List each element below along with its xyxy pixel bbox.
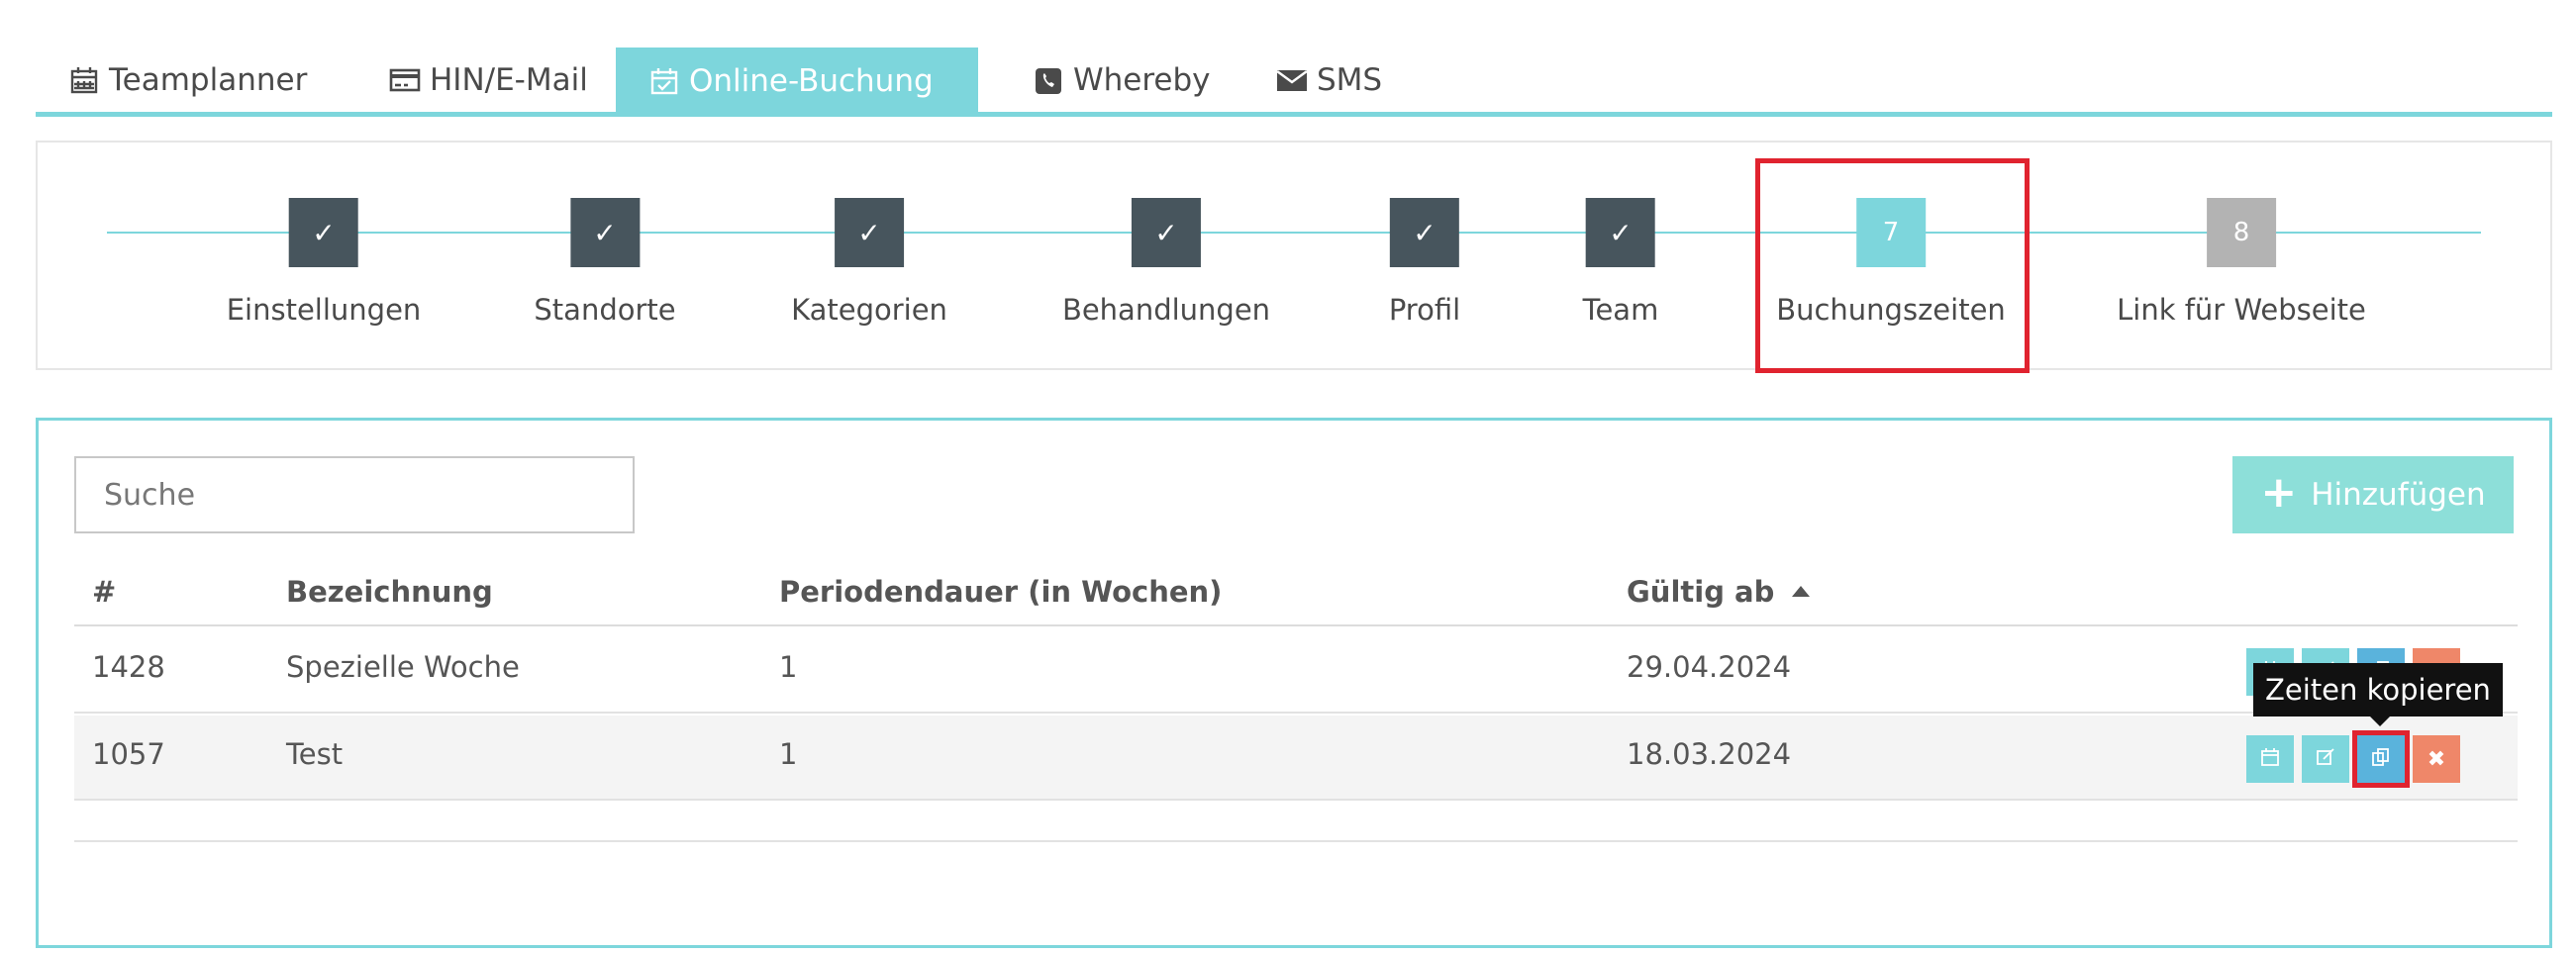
phone-icon — [1032, 63, 1065, 97]
delete-icon: ✖ — [2427, 746, 2446, 772]
step-check-marker: ✓ — [1586, 198, 1655, 267]
column-header-id[interactable]: # — [92, 575, 116, 609]
edit-button[interactable] — [2302, 735, 2349, 783]
step-label: Kategorien — [791, 293, 947, 327]
table-row: 1428 Spezielle Woche 1 29.04.2024 ✖ — [74, 628, 2518, 714]
row-actions: ✖ — [2246, 730, 2460, 788]
cell-id: 1428 — [92, 650, 165, 684]
wizard-step-link-fuer-webseite[interactable]: 8 Link für Webseite — [2117, 198, 2366, 327]
tab-label: Online-Buchung — [689, 63, 934, 99]
cell-id: 1057 — [92, 737, 165, 771]
wizard-step-behandlungen[interactable]: ✓ Behandlungen — [1062, 198, 1270, 327]
copy-times-tooltip: Zeiten kopieren — [2253, 663, 2503, 716]
wizard-step-profil[interactable]: ✓ Profil — [1389, 198, 1460, 327]
cell-name: Spezielle Woche — [286, 650, 520, 684]
step-label: Standorte — [534, 293, 676, 327]
cell-period: 1 — [779, 737, 798, 771]
table-row: 1057 Test 1 18.03.2024 ✖ — [74, 716, 2518, 801]
table-header: # Bezeichnung Periodendauer (in Wochen) … — [74, 559, 2518, 626]
wizard-step-einstellungen[interactable]: ✓ Einstellungen — [226, 198, 422, 327]
annotation-highlight-current-step — [1755, 158, 2030, 373]
tab-sms[interactable]: SMS — [1243, 48, 1414, 113]
wizard-step-standorte[interactable]: ✓ Standorte — [534, 198, 676, 327]
step-label: Profil — [1388, 293, 1461, 327]
column-header-valid-from[interactable]: Gültig ab — [1627, 575, 1811, 609]
tab-label: Whereby — [1073, 62, 1211, 98]
tab-whereby[interactable]: Whereby — [1000, 48, 1242, 113]
wizard-step-team[interactable]: ✓ Team — [1582, 198, 1659, 327]
plus-icon: + — [2260, 467, 2298, 518]
column-header-label: Gültig ab — [1627, 575, 1775, 609]
calendar-icon — [67, 63, 101, 97]
step-check-marker: ✓ — [289, 198, 358, 267]
calendar-icon — [2260, 747, 2280, 771]
tooltip-arrow — [2370, 716, 2390, 726]
cell-period: 1 — [779, 650, 798, 684]
add-button[interactable]: + Hinzufügen — [2232, 456, 2514, 533]
step-check-marker: ✓ — [1132, 198, 1201, 267]
column-header-name[interactable]: Bezeichnung — [286, 575, 493, 609]
delete-button[interactable]: ✖ — [2413, 735, 2460, 783]
tab-label: SMS — [1317, 62, 1383, 98]
calendar-button[interactable] — [2246, 735, 2294, 783]
setup-wizard: ✓ Einstellungen ✓ Standorte ✓ Kategorien… — [36, 141, 2552, 370]
step-label: Behandlungen — [1061, 293, 1271, 327]
column-header-period[interactable]: Periodendauer (in Wochen) — [779, 575, 1222, 609]
step-check-marker: ✓ — [835, 198, 904, 267]
wizard-step-kategorien[interactable]: ✓ Kategorien — [791, 198, 947, 327]
tab-online-buchung[interactable]: Online-Buchung — [616, 48, 978, 115]
table-footer-divider — [74, 840, 2518, 842]
edit-icon — [2316, 747, 2335, 771]
copy-times-button[interactable] — [2352, 730, 2410, 788]
step-label: Link für Webseite — [2117, 293, 2366, 327]
step-check-marker: ✓ — [570, 198, 640, 267]
step-label: Team — [1582, 293, 1659, 327]
tab-label: Teamplanner — [109, 62, 308, 98]
cell-valid-from: 18.03.2024 — [1627, 737, 1792, 771]
module-tabs: Teamplanner HIN/E-Mail Online-Buchung Wh… — [36, 48, 2552, 117]
step-label: Einstellungen — [226, 293, 422, 327]
tab-teamplanner[interactable]: Teamplanner — [36, 48, 339, 113]
envelope-icon — [1275, 63, 1309, 97]
tab-label: HIN/E-Mail — [430, 62, 588, 98]
tab-hin-email[interactable]: HIN/E-Mail — [356, 48, 620, 113]
credit-card-icon — [388, 63, 422, 97]
step-number-marker: 8 — [2206, 198, 2276, 267]
search-input[interactable] — [74, 456, 635, 533]
booking-times-panel: + Hinzufügen # Bezeichnung Periodendauer… — [36, 418, 2552, 948]
cell-valid-from: 29.04.2024 — [1627, 650, 1792, 684]
calendar-check-icon — [647, 64, 681, 98]
add-button-label: Hinzufügen — [2311, 477, 2486, 513]
copy-icon — [2371, 747, 2391, 771]
step-check-marker: ✓ — [1390, 198, 1459, 267]
sort-ascending-icon — [1792, 585, 1811, 597]
cell-name: Test — [286, 737, 344, 771]
